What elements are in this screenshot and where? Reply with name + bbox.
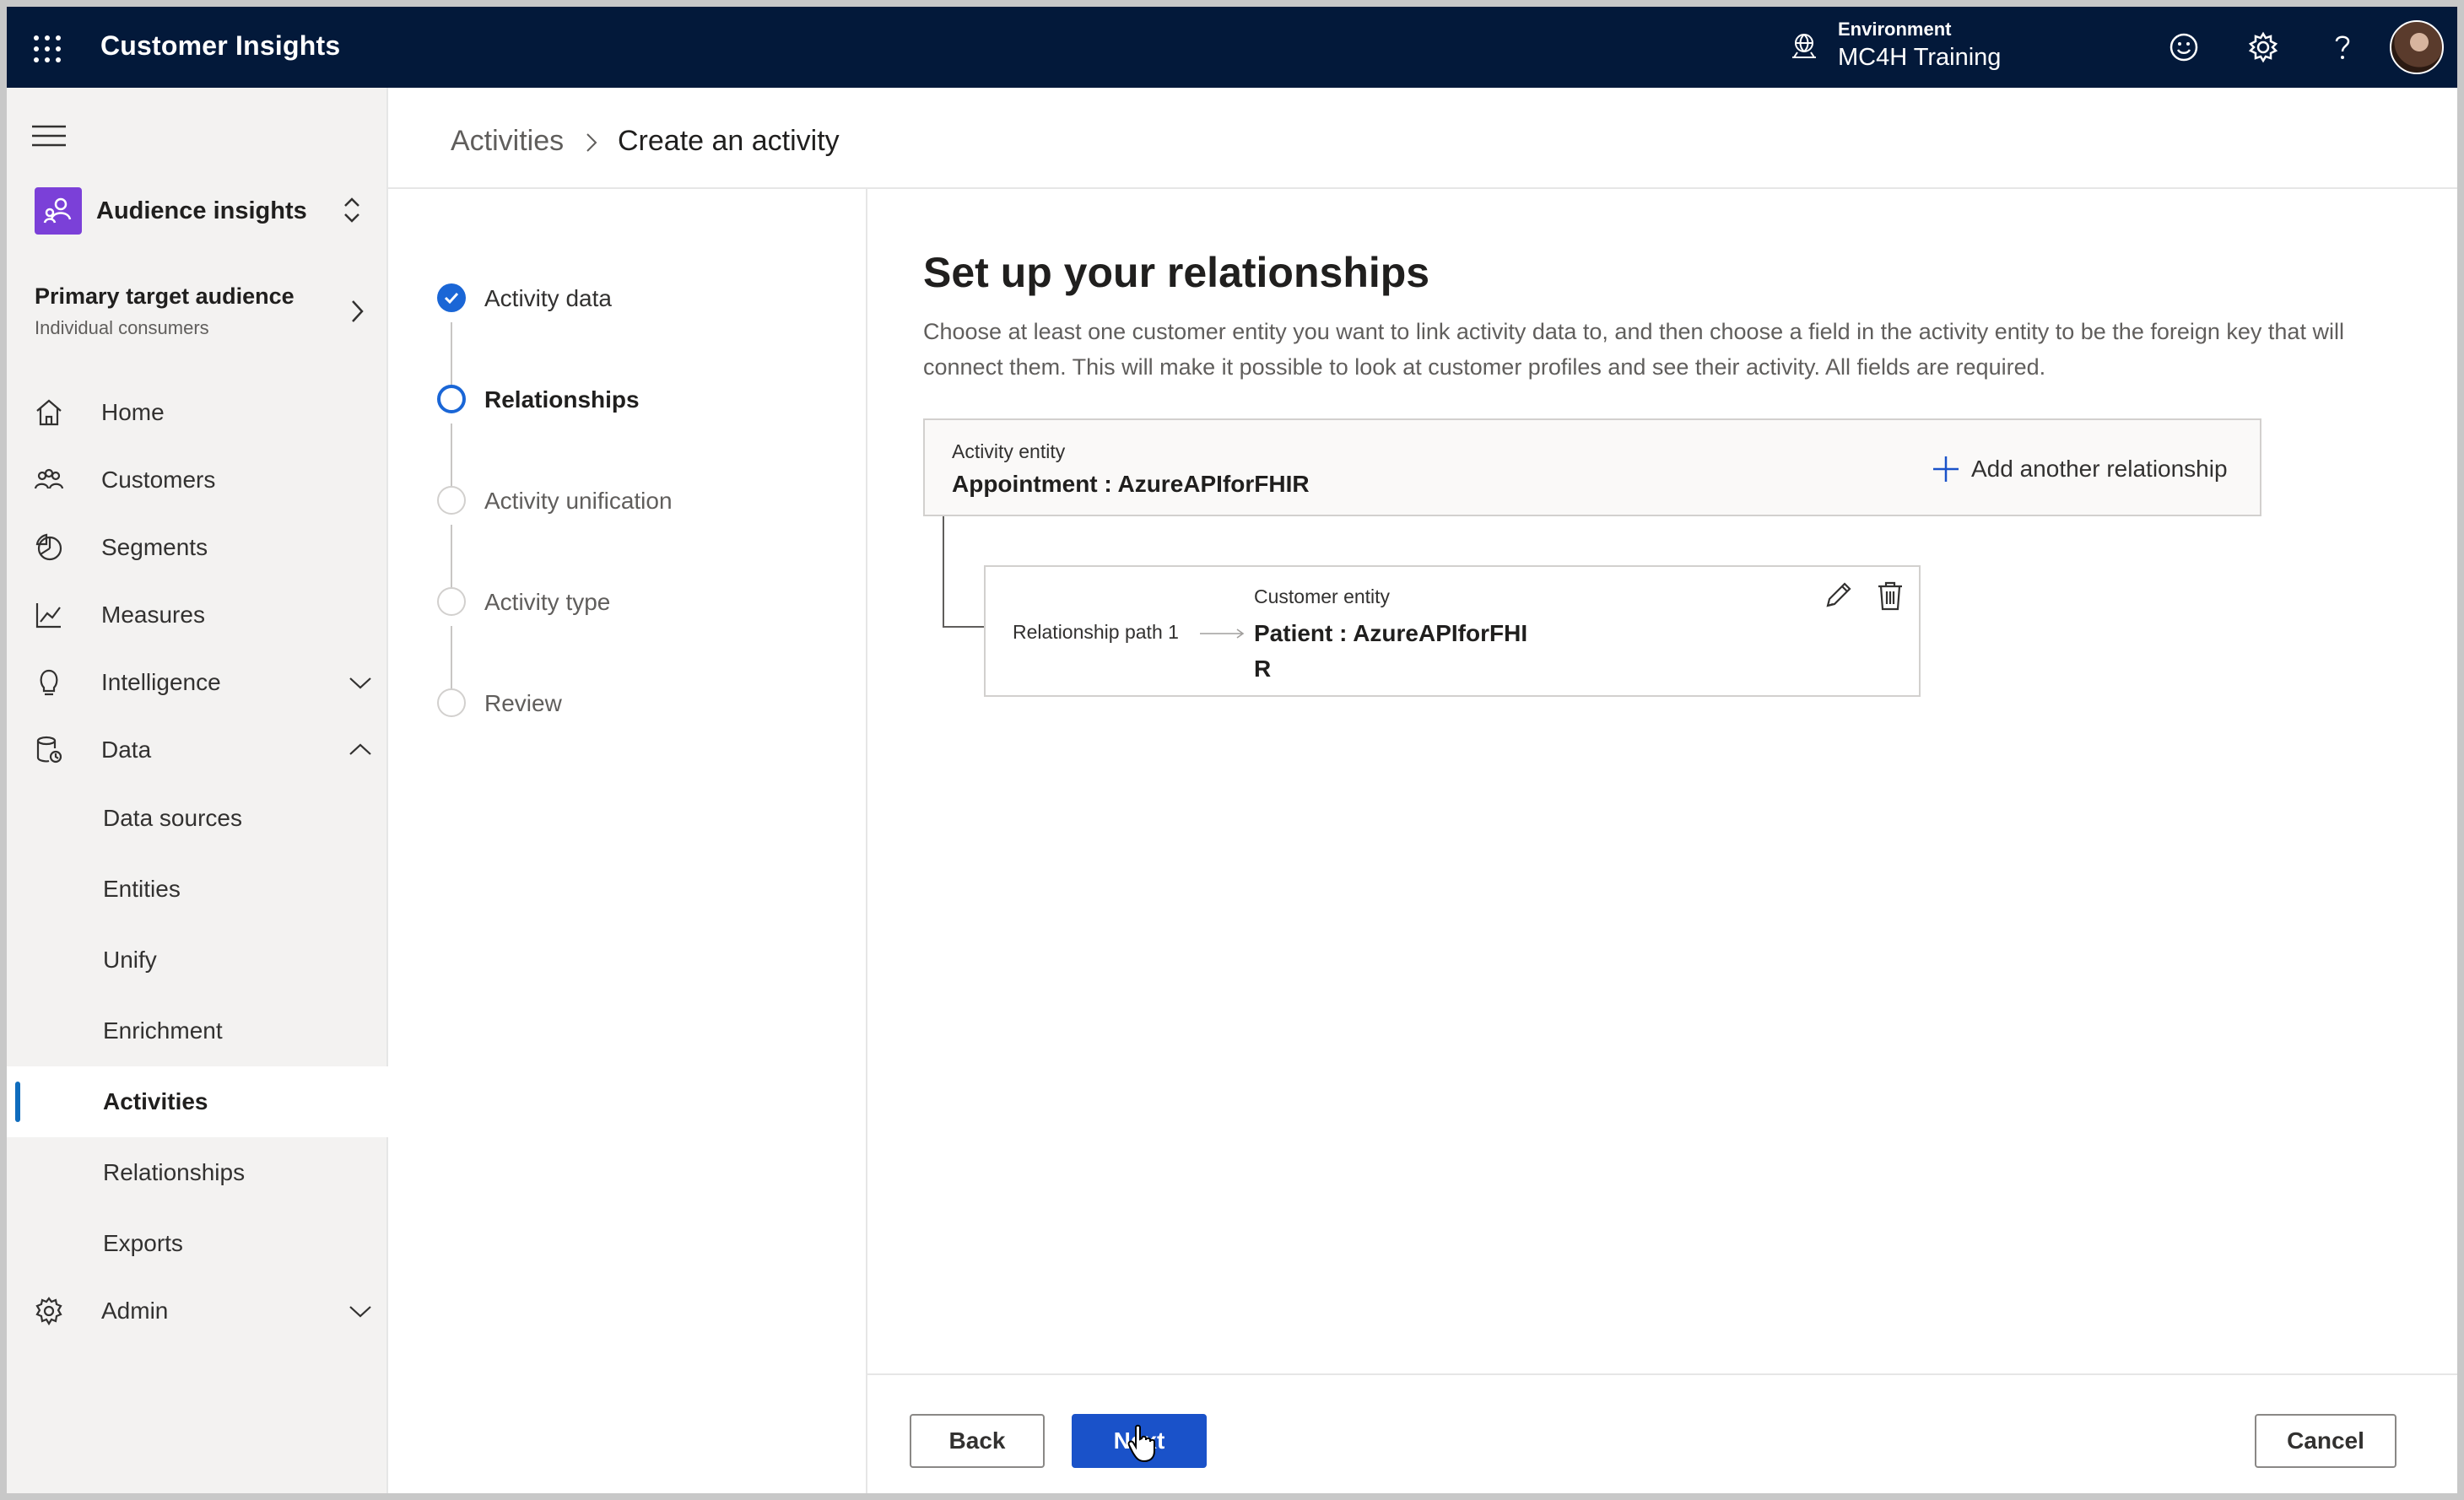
- wizard-footer: Back Next Cancel: [867, 1373, 2457, 1493]
- pending-step-icon: [437, 587, 466, 616]
- user-avatar[interactable]: [2390, 20, 2444, 74]
- activity-entity-label: Activity entity: [952, 440, 1066, 462]
- home-icon: [36, 399, 62, 426]
- breadcrumb: Activities Create an activity: [388, 88, 2457, 189]
- sidebar-item-label: Measures: [101, 602, 205, 628]
- environment-label: Environment: [1838, 19, 1952, 40]
- sidebar-subitem-relationships[interactable]: Relationships: [7, 1137, 388, 1208]
- step-label: Review: [484, 690, 562, 716]
- page-description: Choose at least one customer entity you …: [923, 319, 2344, 380]
- sidebar-item-label: Customers: [101, 467, 216, 493]
- arrow-right-icon: [1200, 629, 1245, 639]
- help-icon[interactable]: [2326, 30, 2359, 64]
- sidebar-subitem-label: Unify: [103, 947, 157, 973]
- chevron-up-icon[interactable]: [348, 742, 373, 758]
- sidebar-subitem-data-sources[interactable]: Data sources: [7, 783, 388, 854]
- audience-title[interactable]: Primary target audience: [35, 283, 294, 310]
- breadcrumb-current: Create an activity: [618, 125, 840, 157]
- delete-trash-icon[interactable]: [1875, 579, 1905, 612]
- breadcrumb-parent-link[interactable]: Activities: [451, 125, 564, 158]
- sidebar-item-label: Admin: [101, 1298, 169, 1324]
- activity-entity-panel: Activity entity Appointment : AzureAPIfo…: [923, 418, 2261, 516]
- chevron-down-icon[interactable]: [348, 674, 373, 691]
- customer-entity-value: Patient : AzureAPIforFHIR: [1254, 620, 1528, 682]
- wizard-steps: Activity data Relationships Activity uni…: [388, 189, 867, 1493]
- chevron-up-down-icon[interactable]: [341, 196, 363, 224]
- checkmark-icon: [437, 283, 466, 312]
- feedback-smiley-icon[interactable]: [2167, 30, 2201, 64]
- sidebar-subitem-activities[interactable]: Activities: [7, 1066, 388, 1137]
- chevron-down-icon[interactable]: [348, 1303, 373, 1319]
- sidebar-subitem-enrichment[interactable]: Enrichment: [7, 996, 388, 1066]
- sidebar-subitem-label: Activities: [103, 1088, 208, 1114]
- sidebar-item-label: Home: [101, 399, 165, 425]
- chevron-right-icon: [586, 133, 597, 152]
- data-icon: [36, 736, 62, 763]
- step-label: Relationships: [484, 386, 640, 413]
- step-relationships[interactable]: Relationships: [388, 376, 867, 427]
- lightbulb-icon: [40, 669, 58, 696]
- sidebar-item-label: Intelligence: [101, 669, 221, 695]
- hamburger-menu-icon[interactable]: [30, 123, 68, 148]
- sidebar-item-segments[interactable]: Segments: [7, 514, 388, 581]
- app-window: Customer Insights Environment MC4H Train…: [7, 7, 2457, 1493]
- sidebar-subitem-label: Enrichment: [103, 1017, 223, 1044]
- step-label: Activity unification: [484, 488, 673, 514]
- sidebar-subitem-label: Relationships: [103, 1159, 246, 1185]
- sidebar-item-intelligence[interactable]: Intelligence: [7, 649, 388, 716]
- hand-pointer-cursor-icon: [1127, 1424, 1155, 1463]
- sidebar-item-home[interactable]: Home: [7, 379, 388, 446]
- top-bar: Customer Insights Environment MC4H Train…: [7, 7, 2457, 88]
- sidebar-subitem-label: Entities: [103, 876, 181, 902]
- relationship-card: Relationship path 1 Customer entity Pati…: [984, 565, 1921, 697]
- sidebar-subitem-label: Exports: [103, 1230, 183, 1256]
- back-button[interactable]: Back: [910, 1414, 1045, 1468]
- relationship-connector: [943, 626, 985, 628]
- sidebar-subitem-entities[interactable]: Entities: [7, 854, 388, 925]
- settings-gear-icon[interactable]: [2246, 30, 2280, 64]
- sidebar-item-label: Data: [101, 737, 152, 763]
- customers-icon: [34, 468, 64, 489]
- relationship-connector: [943, 516, 944, 628]
- main-content: Set up your relationships Choose at leas…: [867, 189, 2457, 1382]
- app-switcher-label[interactable]: Audience insights: [96, 197, 307, 225]
- step-review[interactable]: Review: [388, 680, 867, 731]
- relationship-path-label: Relationship path 1: [1013, 621, 1179, 643]
- sidebar-subitem-label: Data sources: [103, 805, 242, 831]
- sidebar-item-customers[interactable]: Customers: [7, 446, 388, 514]
- activity-entity-value: Appointment : AzureAPIforFHIR: [952, 471, 1310, 497]
- pending-step-icon: [437, 688, 466, 717]
- step-activity-unification[interactable]: Activity unification: [388, 478, 867, 528]
- measures-icon: [35, 603, 61, 629]
- chevron-right-icon[interactable]: [349, 299, 365, 324]
- sidebar-item-label: Segments: [101, 534, 208, 560]
- sidebar: Audience insights Primary target audienc…: [7, 88, 388, 1493]
- add-relationship-label: Add another relationship: [1971, 456, 2228, 482]
- segments-icon: [35, 533, 62, 561]
- environment-icon: [1792, 34, 1816, 58]
- customer-entity-label: Customer entity: [1254, 585, 1391, 607]
- step-label: Activity data: [484, 285, 612, 311]
- environment-value[interactable]: MC4H Training: [1838, 44, 2001, 72]
- audience-insights-app-icon: [35, 187, 82, 235]
- waffle-icon[interactable]: [32, 34, 62, 64]
- step-label: Activity type: [484, 589, 611, 615]
- page-title: Set up your relationships: [923, 249, 1430, 296]
- plus-icon: [1933, 456, 1959, 482]
- pending-step-icon: [437, 486, 466, 515]
- step-activity-type[interactable]: Activity type: [388, 579, 867, 629]
- app-title[interactable]: Customer Insights: [100, 30, 340, 62]
- current-step-icon: [437, 385, 466, 413]
- sidebar-item-measures[interactable]: Measures: [7, 581, 388, 649]
- sidebar-subitem-exports[interactable]: Exports: [7, 1208, 388, 1279]
- edit-pencil-icon[interactable]: [1821, 579, 1855, 612]
- active-indicator: [15, 1082, 20, 1122]
- step-activity-data[interactable]: Activity data: [388, 275, 867, 326]
- sidebar-item-admin[interactable]: Admin: [7, 1277, 388, 1345]
- audience-subtitle: Individual consumers: [35, 317, 209, 338]
- gear-icon: [35, 1297, 62, 1326]
- sidebar-item-data[interactable]: Data: [7, 716, 388, 784]
- cancel-button[interactable]: Cancel: [2255, 1414, 2396, 1468]
- sidebar-subitem-unify[interactable]: Unify: [7, 925, 388, 996]
